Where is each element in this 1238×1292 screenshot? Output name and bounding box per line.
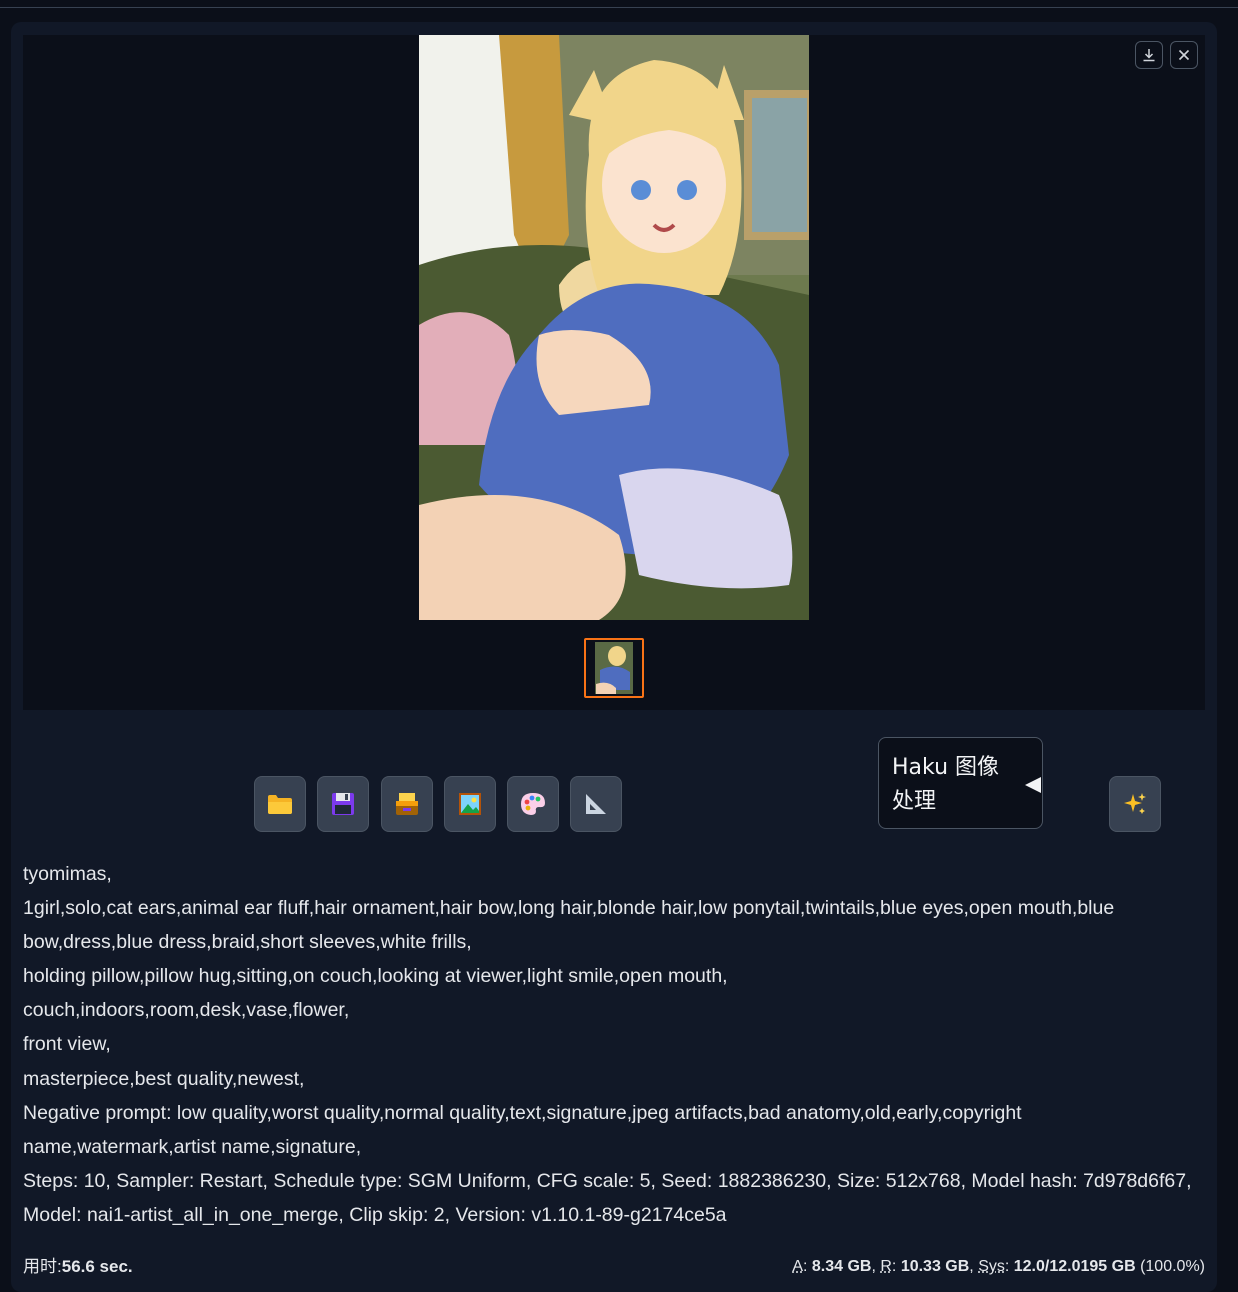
- anime-girl-image: [419, 35, 809, 620]
- thumbnail-image: [586, 640, 642, 696]
- card-file-box-icon: [396, 793, 418, 815]
- vram-usage: A: 8.34 GB, R: 10.33 GB, Sys: 12.0/12.01…: [792, 1258, 1205, 1275]
- gallery-thumbnail[interactable]: [584, 638, 644, 698]
- time-taken: 用时:56.6 sec.: [23, 1256, 133, 1278]
- haku-label: Haku 图像处理: [892, 755, 1000, 814]
- negative-prompt-line: Negative prompt: low quality,worst quali…: [23, 1101, 1022, 1158]
- download-icon: [1143, 49, 1155, 62]
- haku-image-dropdown[interactable]: Haku 图像处理: [878, 737, 1043, 829]
- prompt-line: front view,: [23, 1033, 111, 1056]
- generation-info: tyomimas, 1girl,solo,cat ears,animal ear…: [23, 857, 1203, 1232]
- r-value: 10.33 GB: [900, 1258, 970, 1275]
- triangular-ruler-icon: [586, 794, 606, 814]
- sparkles-icon: [1124, 793, 1146, 814]
- close-button[interactable]: [1170, 41, 1198, 69]
- close-icon: [1178, 49, 1190, 61]
- a-value: 8.34 GB: [811, 1258, 872, 1275]
- magic-enhance-button[interactable]: [1109, 776, 1161, 832]
- prompt-line: tyomimas,: [23, 863, 112, 885]
- download-button[interactable]: [1135, 41, 1163, 69]
- collapse-arrow-icon[interactable]: [1025, 777, 1041, 793]
- time-label: 用时:: [23, 1257, 62, 1276]
- r-label: R: [880, 1258, 892, 1275]
- sys-value: 12.0/12.0195 GB: [1013, 1258, 1136, 1275]
- parameters-line: Steps: 10, Sampler: Restart, Schedule ty…: [23, 1169, 1192, 1226]
- open-folder-button[interactable]: [254, 776, 306, 832]
- prompt-line: couch,indoors,room,desk,vase,flower,: [23, 999, 350, 1022]
- sys-percent: (100.0%): [1140, 1258, 1205, 1275]
- framed-picture-icon: [459, 793, 481, 815]
- send-to-img2img-button[interactable]: [444, 776, 496, 832]
- prompt-line: holding pillow,pillow hug,sitting,on cou…: [23, 965, 728, 988]
- zip-button[interactable]: [381, 776, 433, 832]
- send-to-inpaint-button[interactable]: [507, 776, 559, 832]
- floppy-disk-icon: [332, 793, 354, 815]
- top-divider: [0, 7, 1238, 8]
- sys-label: Sys: [978, 1258, 1005, 1275]
- a-label: A: [792, 1258, 803, 1275]
- artist-palette-icon: [521, 793, 545, 815]
- folder-icon: [268, 795, 292, 814]
- prompt-line: masterpiece,best quality,newest,: [23, 1067, 305, 1090]
- send-to-extras-button[interactable]: [570, 776, 622, 832]
- time-value: 56.6 sec.: [61, 1257, 133, 1276]
- save-button[interactable]: [317, 776, 369, 832]
- prompt-line: 1girl,solo,cat ears,animal ear fluff,hai…: [23, 897, 1115, 954]
- generated-image[interactable]: [419, 35, 809, 620]
